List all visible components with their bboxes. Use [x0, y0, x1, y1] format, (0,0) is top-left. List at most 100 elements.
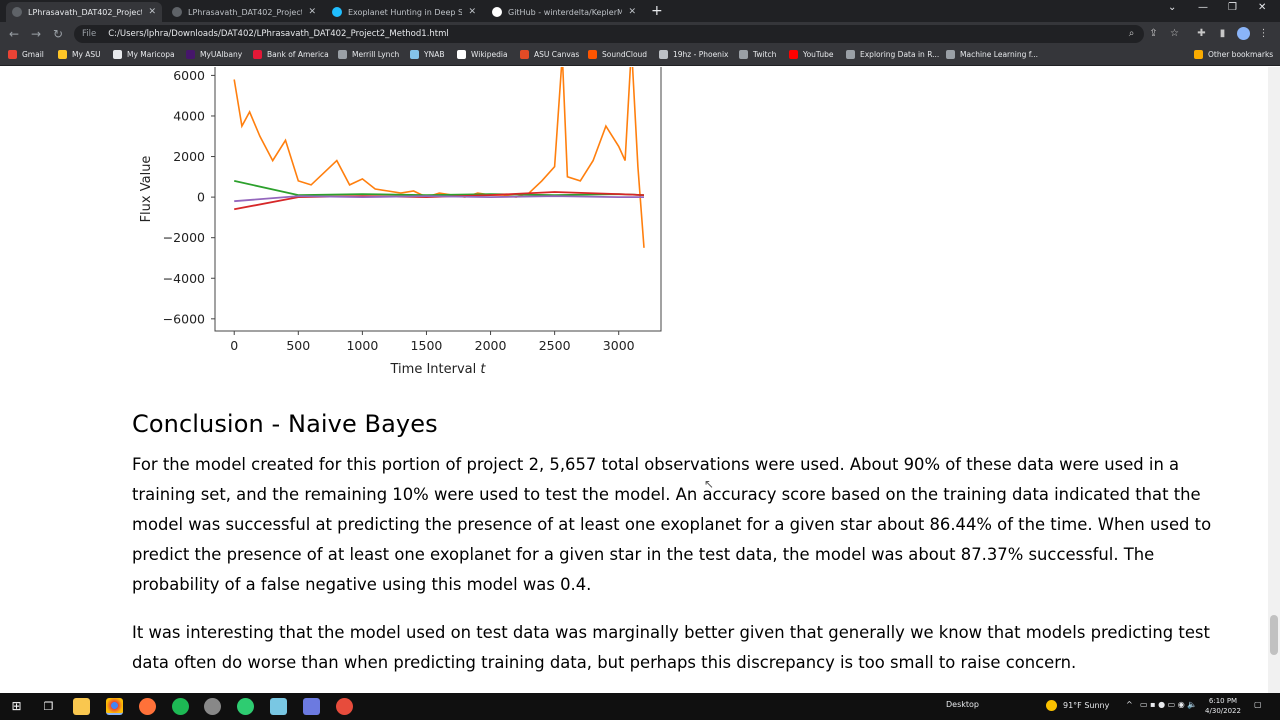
close-tab-icon[interactable]: ✕ — [148, 7, 156, 17]
bookmark-star-icon[interactable]: ☆ — [1169, 28, 1180, 39]
bookmark-19hz[interactable]: 19hz - Phoenix — [659, 50, 728, 59]
ynab-icon — [410, 50, 419, 59]
y-tick-label: 4000 — [173, 108, 205, 123]
close-tab-icon[interactable]: ✕ — [468, 7, 476, 17]
bookmark-ynab[interactable]: YNAB — [410, 50, 444, 59]
close-tab-icon[interactable]: ✕ — [308, 7, 316, 17]
weather-widget[interactable]: 91°F Sunny — [1046, 700, 1109, 711]
share-icon[interactable]: ⇪ — [1148, 28, 1159, 39]
app-icon[interactable] — [204, 698, 221, 715]
y-tick-label: 2000 — [173, 149, 205, 164]
x-axis-label: Time Interval t — [390, 362, 487, 377]
bookmark-twitch[interactable]: Twitch — [739, 50, 776, 59]
file-icon — [172, 7, 182, 17]
tab-bar: LPhrasavath_DAT402_Project2_M ✕ LPhrasav… — [0, 0, 1280, 22]
bofa-icon — [253, 50, 262, 59]
x-tick-label: 1500 — [411, 338, 443, 353]
github-icon — [492, 7, 502, 17]
desktop-toolbar[interactable]: Desktop — [946, 700, 979, 709]
bookmark-my-asu[interactable]: My ASU — [58, 50, 101, 59]
section-heading: Conclusion - Naive Bayes — [132, 410, 438, 438]
youtube-icon — [789, 50, 798, 59]
y-tick-label: −6000 — [163, 311, 205, 326]
globe-icon — [846, 50, 855, 59]
minimize-icon[interactable]: — — [1198, 2, 1208, 13]
app-icon[interactable] — [303, 698, 320, 715]
x-tick-label: 3000 — [603, 338, 635, 353]
chrome-icon[interactable] — [106, 698, 123, 715]
bookmark-machine-learning[interactable]: Machine Learning f... — [946, 50, 1038, 59]
page-scrollbar[interactable] — [1268, 67, 1280, 693]
flux-chart: 0 500 1000 1500 2000 2500 3000 −6000 −4000 −2000… — [139, 67, 662, 377]
spotify-icon[interactable] — [172, 698, 189, 715]
scrollbar-thumb[interactable] — [1270, 615, 1278, 655]
tab-title: LPhrasavath_DAT402_Project2_M — [28, 7, 142, 17]
reload-icon[interactable]: ↻ — [53, 26, 63, 42]
file-scheme-label: File — [82, 29, 97, 39]
series-line — [234, 195, 644, 203]
firefox-icon[interactable] — [139, 698, 156, 715]
conclusion-paragraph: For the model created for this portion o… — [132, 455, 1212, 594]
bookmark-my-maricopa[interactable]: My Maricopa — [113, 50, 175, 59]
y-axis-label: Flux Value — [139, 156, 154, 223]
task-view-icon[interactable]: ❐ — [40, 698, 57, 715]
close-window-icon[interactable]: ✕ — [1258, 2, 1266, 13]
forward-icon[interactable]: → — [31, 26, 41, 42]
tab-title: LPhrasavath_DAT402_Project2_M — [188, 7, 302, 17]
soundcloud-icon — [588, 50, 597, 59]
tab[interactable]: LPhrasavath_DAT402_Project2_M ✕ — [166, 2, 322, 22]
bookmark-bank-of-america[interactable]: Bank of America — [253, 50, 329, 59]
tab[interactable]: GitHub - winterdelta/KeplerMl: M ✕ — [486, 2, 642, 22]
back-icon[interactable]: ← — [9, 26, 19, 42]
y-tick-label: −2000 — [163, 230, 205, 245]
tab-title: Exoplanet Hunting in Deep Spac — [348, 7, 463, 17]
tray-app-icons[interactable]: ▭ ▪ ● ▭ ◉ 🔈 — [1140, 700, 1197, 709]
asu-icon — [58, 50, 67, 59]
browser-toolbar: ← → ↻ File C:/Users/lphra/Downloads/DAT4… — [0, 22, 1280, 46]
sun-icon — [1046, 700, 1057, 711]
y-tick-label: 6000 — [173, 68, 205, 83]
notifications-icon[interactable]: ▢ — [1254, 700, 1262, 709]
19hz-icon — [659, 50, 668, 59]
system-clock[interactable]: 6:10 PM 4/30/2022 — [1200, 696, 1246, 716]
x-tick-label: 2000 — [475, 338, 507, 353]
tab-active[interactable]: LPhrasavath_DAT402_Project2_M ✕ — [6, 2, 162, 22]
extensions-icon[interactable]: ✚ — [1196, 28, 1207, 39]
close-tab-icon[interactable]: ✕ — [628, 7, 636, 17]
bookmark-youtube[interactable]: YouTube — [789, 50, 834, 59]
side-panel-icon[interactable]: ▮ — [1217, 28, 1228, 39]
bookmark-other[interactable]: Other bookmarks — [1194, 50, 1273, 59]
tab[interactable]: Exoplanet Hunting in Deep Spac ✕ — [326, 2, 482, 22]
new-tab-button[interactable]: + — [651, 3, 663, 19]
bookmark-gmail[interactable]: Gmail — [8, 50, 44, 59]
restore-icon[interactable]: ❐ — [1228, 2, 1237, 13]
kaggle-icon — [332, 7, 342, 17]
bookmark-merrill-lynch[interactable]: Merrill Lynch — [338, 50, 399, 59]
bookmark-asu-canvas[interactable]: ASU Canvas — [520, 50, 579, 59]
zoom-icon[interactable]: ⌕ — [1126, 28, 1137, 39]
merrill-icon — [338, 50, 347, 59]
series-line — [233, 67, 645, 248]
bookmark-wikipedia[interactable]: Wikipedia — [457, 50, 508, 59]
gmail-icon — [8, 50, 17, 59]
bookmark-exploring-data[interactable]: Exploring Data in R... — [846, 50, 939, 59]
app-icon[interactable] — [237, 698, 254, 715]
profile-avatar[interactable] — [1237, 27, 1250, 40]
bookmark-soundcloud[interactable]: SoundCloud — [588, 50, 647, 59]
menu-icon[interactable]: ⋮ — [1258, 28, 1269, 39]
file-icon — [12, 7, 22, 17]
file-explorer-icon[interactable] — [73, 698, 90, 715]
taskbar: ⊞ ❐ Desktop 91°F Sunny ^ ▭ ▪ ● ▭ ◉ 🔈 6:1… — [0, 693, 1280, 720]
y-tick-label: −4000 — [163, 271, 205, 286]
plot-frame — [214, 67, 662, 332]
address-bar[interactable]: File C:/Users/lphra/Downloads/DAT402/LPh… — [74, 25, 1144, 43]
tray-overflow-icon[interactable]: ^ — [1126, 700, 1133, 709]
y-tick-label: 0 — [197, 190, 205, 205]
windows-start-icon[interactable]: ⊞ — [8, 698, 25, 715]
x-tick-label: 2500 — [539, 338, 571, 353]
app-icon[interactable] — [270, 698, 287, 715]
tab-search-icon[interactable]: ⌄ — [1168, 2, 1176, 13]
app-icon[interactable] — [336, 698, 353, 715]
ualbany-icon — [186, 50, 195, 59]
bookmark-myualbany[interactable]: MyUAlbany — [186, 50, 242, 59]
